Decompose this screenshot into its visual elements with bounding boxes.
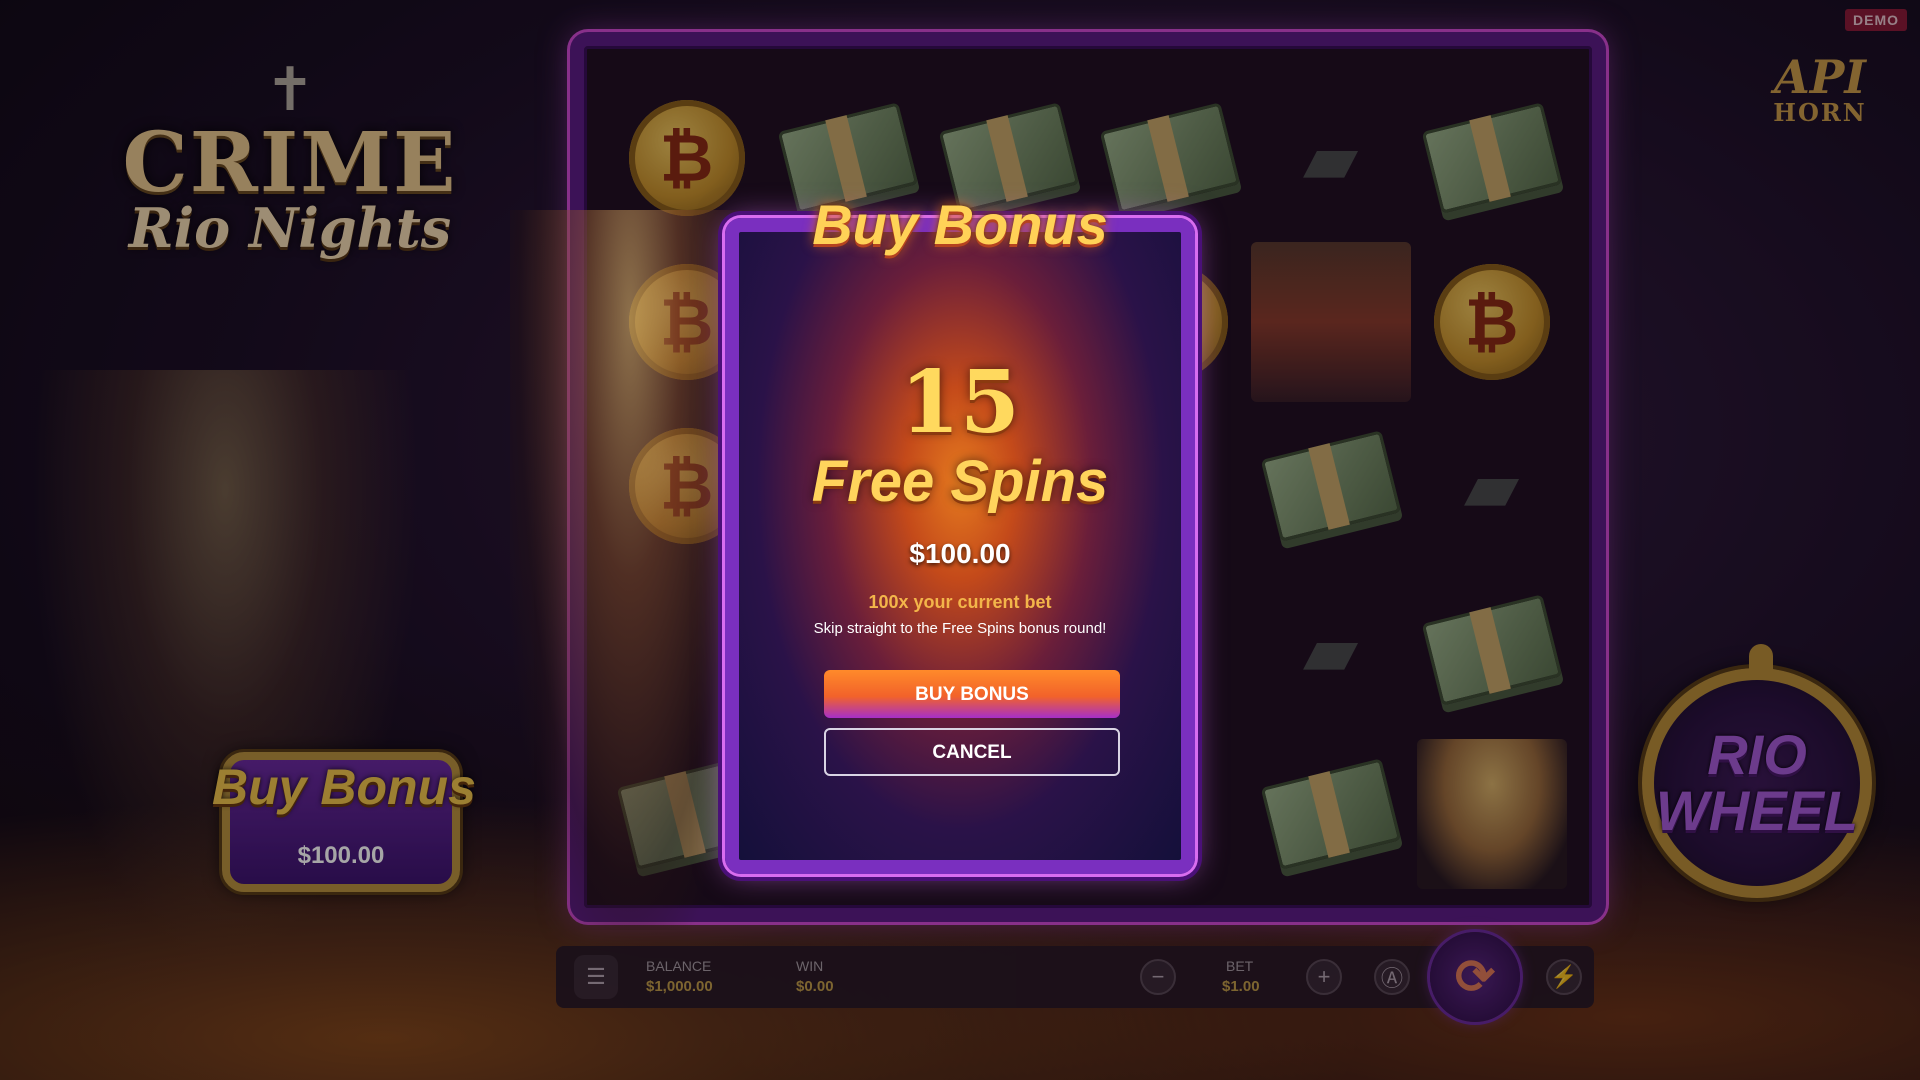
modal-title: Buy Bonus (812, 193, 1108, 256)
character-illustration-center (510, 210, 750, 930)
bonus-price: $100.00 (909, 538, 1011, 569)
buy-bonus-modal: Buy Bonus 15 Free Spins $100.00 100x you… (725, 193, 1195, 874)
cancel-button[interactable]: CANCEL (824, 728, 1120, 776)
buy-bonus-button[interactable]: BUY BONUS (824, 670, 1120, 718)
bonus-description: Skip straight to the Free Spins bonus ro… (813, 620, 1107, 637)
bet-multiplier-text: 100x your current bet (868, 592, 1052, 612)
free-spins-label: Free Spins (811, 449, 1109, 514)
free-spins-count: 15 (900, 352, 1020, 453)
